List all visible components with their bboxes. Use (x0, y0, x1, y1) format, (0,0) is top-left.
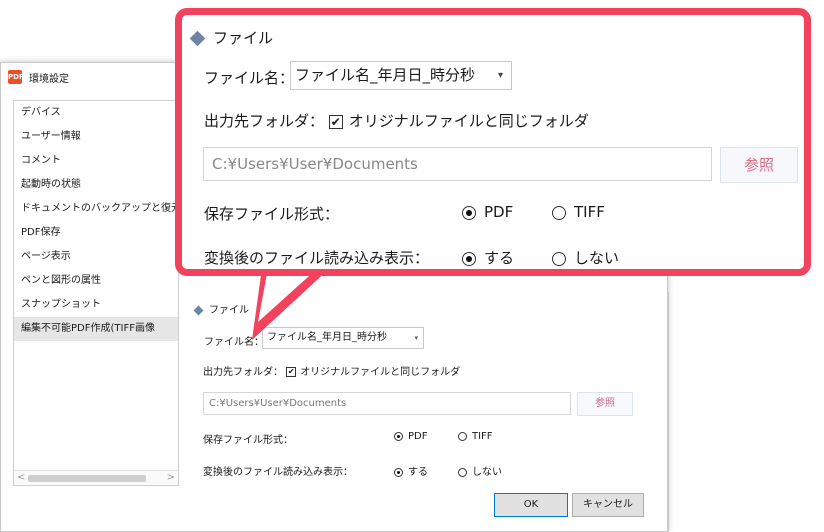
output-path-field[interactable]: C:¥Users¥User¥Documents (203, 392, 571, 415)
callout-filename-label: ファイル名： (204, 69, 295, 87)
callout-output-folder-label: 出力先フォルダ： (204, 112, 325, 130)
cancel-button[interactable]: キャンセル (572, 493, 644, 517)
sidebar-item-backup[interactable]: ドキュメントのバックアップと復元 (14, 197, 178, 221)
section-title: ファイル (209, 305, 249, 316)
diamond-icon (193, 305, 204, 315)
background-window (668, 292, 824, 532)
callout-filename-select[interactable]: ファイル名_年月日_時分秒 ▾ (290, 61, 512, 90)
format-label: 保存ファイル形式： (203, 435, 293, 446)
zoom-callout: ファイル ファイル名： ファイル名_年月日_時分秒 ▾ 出力先フォルダ： ✔ オリ… (175, 8, 811, 276)
diamond-icon (189, 30, 206, 47)
callout-format-tiff-option[interactable]: TIFF (552, 203, 605, 221)
chevron-down-icon: ▾ (414, 334, 418, 342)
sidebar-item-tiff[interactable]: 編集不可能PDF作成(TIFF画像 (14, 317, 178, 341)
sidebar-item-pdf-save[interactable]: PDF保存 (14, 221, 178, 245)
output-folder-label: 出力先フォルダ： (203, 367, 283, 378)
callout-format-label: 保存ファイル形式： (204, 205, 340, 223)
browse-button[interactable]: 参照 (577, 392, 633, 416)
show-after-yes-radio[interactable] (394, 467, 403, 477)
callout-format-pdf-radio[interactable] (462, 205, 476, 220)
sidebar-item-page-view[interactable]: ページ表示 (14, 245, 178, 269)
scroll-left-icon[interactable]: < (17, 472, 25, 483)
format-tiff-radio[interactable] (458, 431, 467, 441)
ok-button[interactable]: OK (494, 493, 568, 517)
output-folder-row: 出力先フォルダ： ✔ オリジナルファイルと同じフォルダ (203, 363, 460, 378)
app-icon: PDF (8, 70, 24, 84)
sidebar-item-comment[interactable]: コメント (14, 149, 178, 173)
callout-show-after-no-option[interactable]: しない (552, 247, 619, 268)
horizontal-scrollbar[interactable]: < > (14, 470, 178, 485)
same-folder-checkbox[interactable]: ✔ (286, 367, 297, 377)
callout-same-folder-label: オリジナルファイルと同じフォルダ (348, 112, 589, 130)
callout-output-folder-row: 出力先フォルダ： ✔ オリジナルファイルと同じフォルダ (204, 110, 589, 131)
filename-label: ファイル名： (204, 337, 264, 348)
format-pdf-option[interactable]: PDF (394, 431, 427, 442)
chevron-down-icon: ▾ (497, 70, 503, 81)
sidebar-item-startup[interactable]: 起動時の状態 (14, 173, 178, 197)
scroll-right-icon[interactable]: > (167, 472, 175, 483)
callout-show-after-no-label: しない (574, 249, 620, 267)
callout-show-after-no-radio[interactable] (552, 251, 566, 266)
show-after-no-radio[interactable] (458, 467, 467, 477)
format-tiff-option[interactable]: TIFF (458, 431, 493, 442)
callout-show-after-yes-option[interactable]: する (462, 247, 514, 268)
callout-format-tiff-radio[interactable] (552, 205, 566, 220)
show-after-yes-option[interactable]: する (394, 463, 428, 478)
show-after-no-label: しない (472, 467, 502, 478)
format-pdf-radio[interactable] (394, 431, 403, 441)
filename-select[interactable]: ファイル名_年月日_時分秒 ▾ (262, 327, 424, 349)
callout-section-header: ファイル (189, 27, 274, 48)
callout-show-after-yes-label: する (484, 249, 515, 267)
sidebar-item-snapshot[interactable]: スナップショット (14, 293, 178, 317)
settings-sidebar: デバイス ユーザー情報 コメント 起動時の状態 ドキュメントのバックアップと復元… (13, 100, 179, 486)
sidebar-item-pen-shape[interactable]: ペンと図形の属性 (14, 269, 178, 293)
window-title: 環境設定 (29, 74, 69, 85)
callout-show-after-label: 変換後のファイル読み込み表示： (204, 249, 430, 267)
callout-section-title: ファイル (213, 29, 274, 47)
callout-show-after-yes-radio[interactable] (462, 251, 476, 266)
callout-format-pdf-label: PDF (484, 203, 514, 221)
same-folder-label: オリジナルファイルと同じフォルダ (300, 367, 461, 378)
scroll-thumb[interactable] (28, 475, 146, 482)
callout-filename-value: ファイル名_年月日_時分秒 (295, 66, 476, 84)
sidebar-item-user-info[interactable]: ユーザー情報 (14, 125, 178, 149)
callout-output-path-field[interactable]: C:¥Users¥User¥Documents (203, 147, 712, 181)
callout-format-pdf-option[interactable]: PDF (462, 203, 513, 221)
callout-browse-button[interactable]: 参照 (720, 147, 798, 183)
filename-select-value: ファイル名_年月日_時分秒 (267, 332, 387, 343)
show-after-label: 変換後のファイル読み込み表示： (203, 467, 353, 478)
callout-same-folder-checkbox[interactable]: ✔ (328, 114, 343, 129)
show-after-no-option[interactable]: しない (458, 463, 502, 478)
show-after-yes-label: する (408, 467, 428, 478)
sidebar-item-device[interactable]: デバイス (14, 101, 178, 125)
callout-format-tiff-label: TIFF (574, 203, 605, 221)
format-pdf-label: PDF (408, 431, 428, 442)
section-header-file: ファイル (193, 301, 249, 316)
format-tiff-label: TIFF (472, 431, 493, 442)
